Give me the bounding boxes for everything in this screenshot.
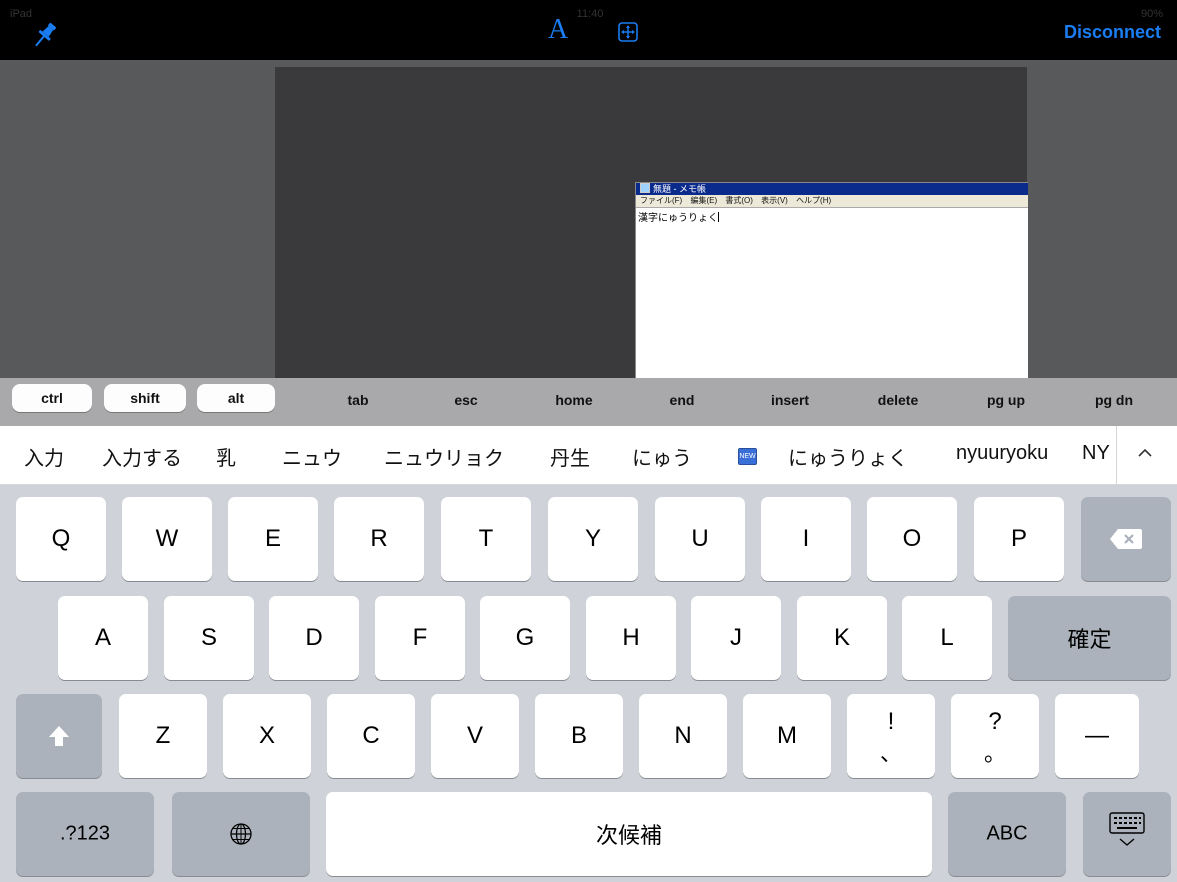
clock-label: 11:40 xyxy=(576,8,604,20)
key-w[interactable]: W xyxy=(122,497,212,581)
notepad-window[interactable]: 無題 - メモ帳 ファイル(F) 編集(E) 書式(O) 表示(V) ヘルプ(H… xyxy=(635,182,1028,379)
key-l[interactable]: L xyxy=(902,596,992,680)
move-icon[interactable] xyxy=(618,22,638,42)
key-v[interactable]: V xyxy=(431,694,519,778)
key-top-glyph: ? xyxy=(988,708,1002,735)
key-bottom-glyph: 、 xyxy=(879,741,902,766)
globe-key[interactable] xyxy=(172,792,310,876)
key-p[interactable]: P xyxy=(974,497,1064,581)
notepad-titlebar[interactable]: 無題 - メモ帳 xyxy=(636,183,1028,195)
key-g[interactable]: G xyxy=(480,596,570,680)
shift-key-keyboard[interactable] xyxy=(16,694,102,778)
key-f[interactable]: F xyxy=(375,596,465,680)
numbers-key[interactable]: .?123 xyxy=(16,792,154,876)
shift-arrow-icon xyxy=(49,726,69,746)
battery-label: 90% xyxy=(1140,8,1163,20)
end-key[interactable]: end xyxy=(637,386,727,414)
menu-file[interactable]: ファイル(F) xyxy=(640,196,682,205)
key-x[interactable]: X xyxy=(223,694,311,778)
candidate-item[interactable]: 入力 xyxy=(24,442,64,471)
space-next-candidate-key[interactable]: 次候補 xyxy=(326,792,932,876)
menu-edit[interactable]: 編集(E) xyxy=(690,196,717,205)
candidate-item[interactable]: にゅうりょく xyxy=(788,442,908,471)
remote-desktop-view[interactable]: 無題 - メモ帳 ファイル(F) 編集(E) 書式(O) 表示(V) ヘルプ(H… xyxy=(0,60,1177,379)
page-up-key[interactable]: pg up xyxy=(961,386,1051,414)
key-k[interactable]: K xyxy=(797,596,887,680)
notepad-menubar: ファイル(F) 編集(E) 書式(O) 表示(V) ヘルプ(H) xyxy=(636,195,1028,208)
chevron-up-icon[interactable] xyxy=(1136,444,1154,462)
key-j[interactable]: J xyxy=(691,596,781,680)
pin-icon[interactable] xyxy=(30,20,60,50)
menu-format[interactable]: 書式(O) xyxy=(725,196,753,205)
tab-key[interactable]: tab xyxy=(313,386,403,414)
notepad-app-icon xyxy=(640,183,650,193)
menu-view[interactable]: 表示(V) xyxy=(761,196,788,205)
new-badge-icon: NEW xyxy=(738,448,757,465)
remote-screen[interactable]: 無題 - メモ帳 ファイル(F) 編集(E) 書式(O) 表示(V) ヘルプ(H… xyxy=(275,67,1028,379)
candidate-item[interactable]: 丹生 xyxy=(550,442,590,471)
disconnect-button[interactable]: Disconnect xyxy=(1064,22,1161,43)
abc-key[interactable]: ABC xyxy=(948,792,1066,876)
key-o[interactable]: O xyxy=(867,497,957,581)
key-h[interactable]: H xyxy=(586,596,676,680)
key-t[interactable]: T xyxy=(441,497,531,581)
ctrl-key[interactable]: ctrl xyxy=(12,384,92,412)
candidate-bar: 入力 入力する 乳 ニュウ ニュウリョク 丹生 にゅう NEW にゅうりょく n… xyxy=(0,426,1177,485)
alt-key[interactable]: alt xyxy=(197,384,275,412)
globe-icon xyxy=(230,823,252,845)
key-b[interactable]: B xyxy=(535,694,623,778)
notepad-title: 無題 - メモ帳 xyxy=(653,184,706,194)
key-exclamation-comma[interactable]: ! 、 xyxy=(847,694,935,778)
key-bottom-glyph: 。 xyxy=(983,741,1006,766)
top-toolbar: iPad 11:40 90% A Disconnect xyxy=(0,0,1177,60)
candidate-item[interactable]: ニュウ xyxy=(282,442,342,471)
key-c[interactable]: C xyxy=(327,694,415,778)
confirm-key[interactable]: 確定 xyxy=(1008,596,1171,680)
candidate-item[interactable]: ニュウリョク xyxy=(384,442,504,471)
key-a[interactable]: A xyxy=(58,596,148,680)
candidate-item[interactable]: にゅう xyxy=(632,442,692,471)
backspace-icon xyxy=(1110,529,1142,549)
home-key[interactable]: home xyxy=(529,386,619,414)
key-d[interactable]: D xyxy=(269,596,359,680)
candidate-item[interactable]: 乳 xyxy=(216,442,236,471)
insert-key[interactable]: insert xyxy=(745,386,835,414)
key-top-glyph: ! xyxy=(887,708,895,735)
notepad-text-area[interactable]: 漢字にゅうりょく xyxy=(636,208,1028,225)
candidate-divider xyxy=(1116,426,1117,484)
candidate-item[interactable]: 入力する xyxy=(102,442,182,471)
key-r[interactable]: R xyxy=(334,497,424,581)
notepad-text: 漢字にゅうりょく xyxy=(638,213,718,224)
backspace-key[interactable] xyxy=(1081,497,1171,581)
dismiss-keyboard-key[interactable] xyxy=(1083,792,1171,876)
delete-key[interactable]: delete xyxy=(853,386,943,414)
key-s[interactable]: S xyxy=(164,596,254,680)
esc-key[interactable]: esc xyxy=(421,386,511,414)
key-long-dash[interactable]: — xyxy=(1055,694,1139,778)
key-u[interactable]: U xyxy=(655,497,745,581)
candidate-item[interactable]: NY xyxy=(1082,442,1110,465)
function-key-bar: ctrl shift alt tab esc home end insert d… xyxy=(0,378,1177,426)
key-m[interactable]: M xyxy=(743,694,831,778)
carrier-label: iPad xyxy=(10,8,33,20)
text-caret xyxy=(718,212,719,222)
key-i[interactable]: I xyxy=(761,497,851,581)
menu-help[interactable]: ヘルプ(H) xyxy=(796,196,831,205)
key-z[interactable]: Z xyxy=(119,694,207,778)
shift-key[interactable]: shift xyxy=(104,384,186,412)
key-question-period[interactable]: ? 。 xyxy=(951,694,1039,778)
key-y[interactable]: Y xyxy=(548,497,638,581)
key-n[interactable]: N xyxy=(639,694,727,778)
software-keyboard: Q W E R T Y U I O P A S D F G H J K L 確定… xyxy=(0,485,1177,882)
candidate-item[interactable]: nyuuryoku xyxy=(956,442,1048,465)
key-e[interactable]: E xyxy=(228,497,318,581)
key-q[interactable]: Q xyxy=(16,497,106,581)
page-down-key[interactable]: pg dn xyxy=(1069,386,1159,414)
font-icon[interactable]: A xyxy=(548,16,568,44)
keyboard-dismiss-icon xyxy=(1109,812,1145,846)
